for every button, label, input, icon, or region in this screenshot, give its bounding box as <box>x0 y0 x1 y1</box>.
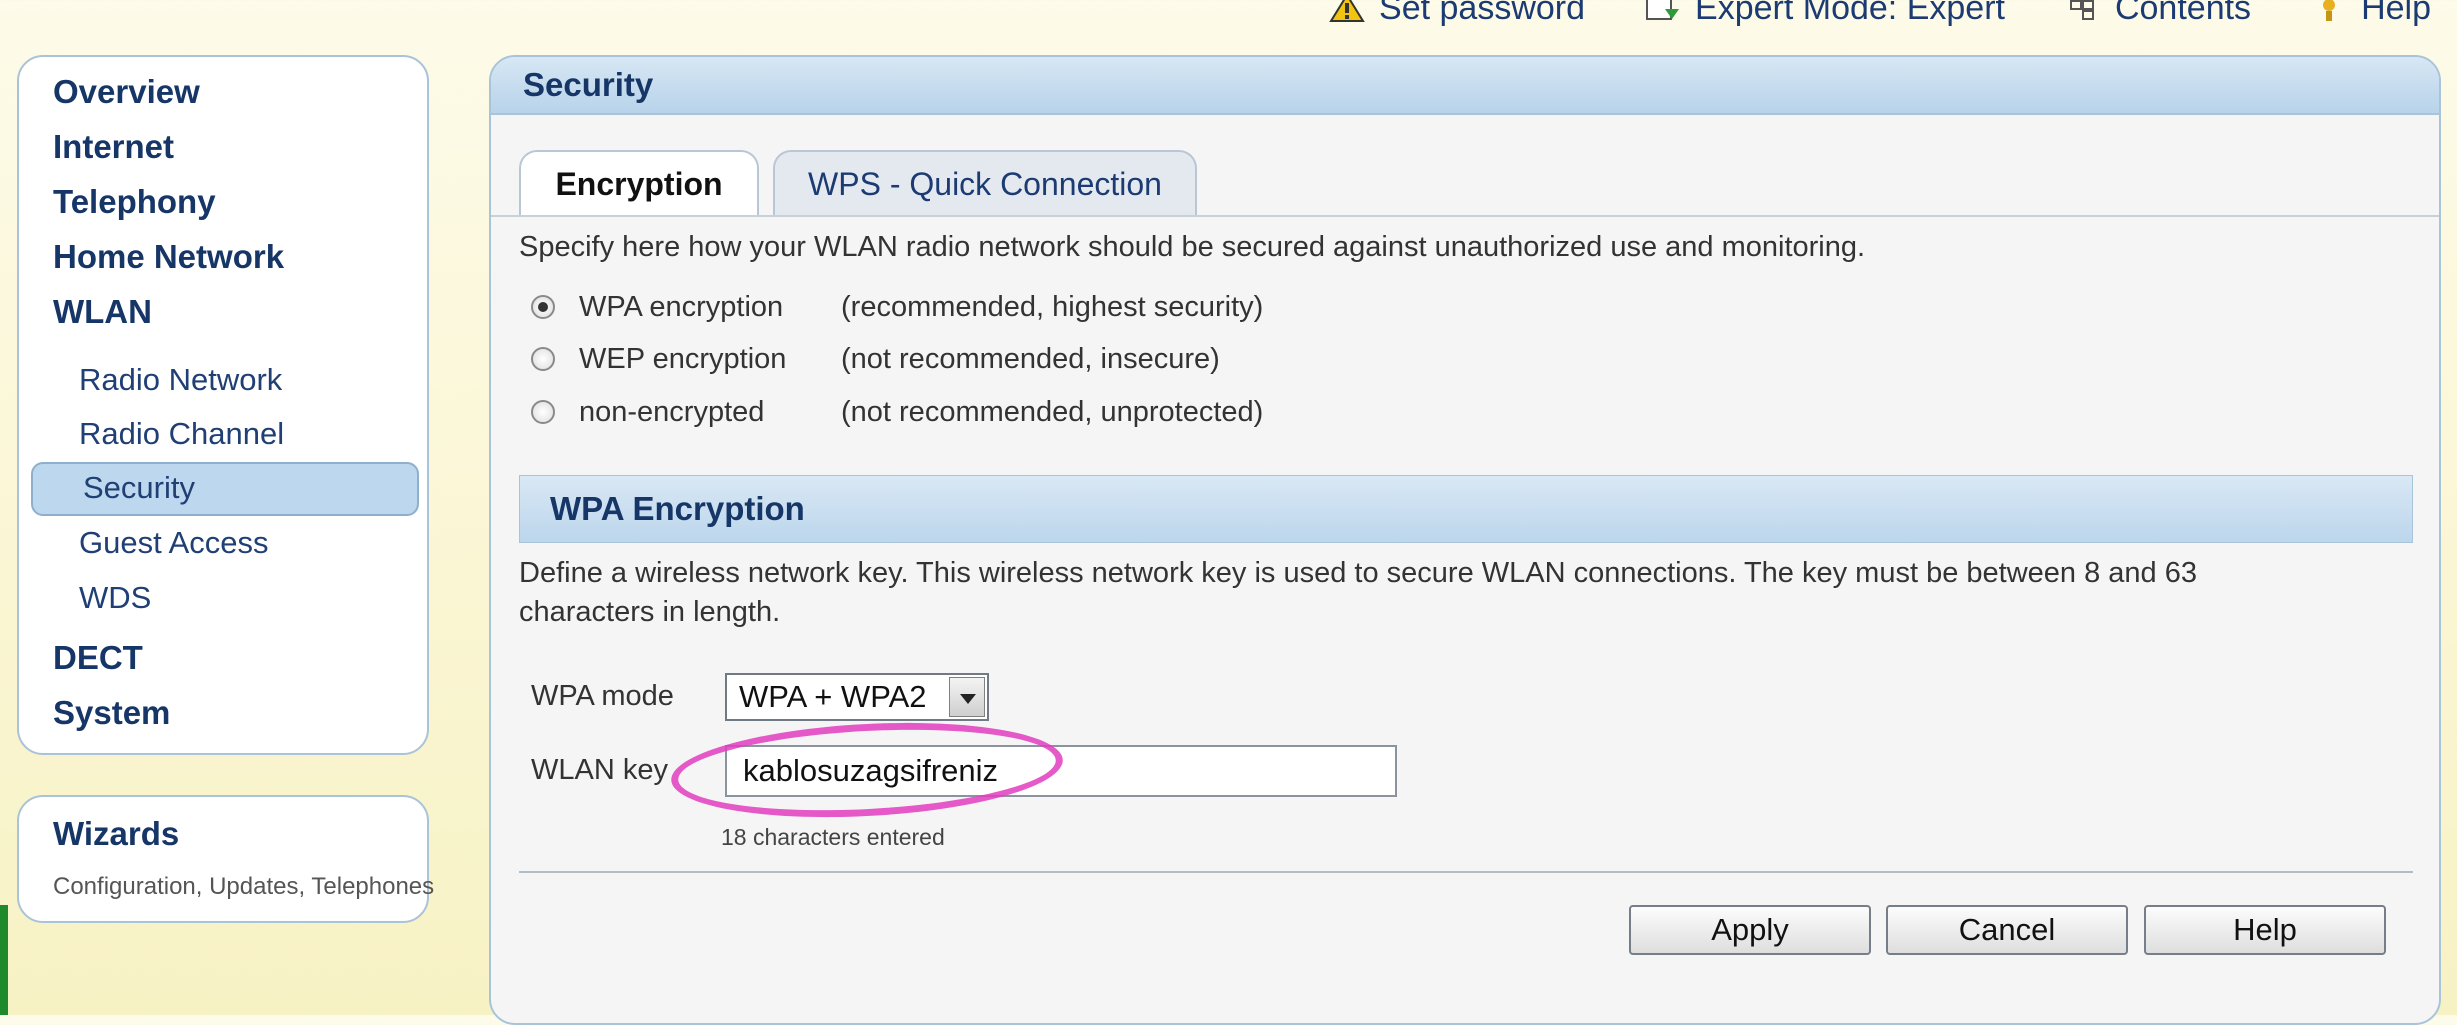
sidebar-item-overview[interactable]: Overview <box>53 73 200 111</box>
wizards-box[interactable]: Wizards Configuration, Updates, Telephon… <box>17 795 434 923</box>
wpa-encryption-radio[interactable] <box>531 295 555 319</box>
expert-mode-icon <box>1646 0 1680 20</box>
wpa-encryption-section-title: WPA Encryption <box>519 475 2413 543</box>
non-encrypted-label[interactable]: non-encrypted <box>579 396 764 429</box>
wep-encryption-label[interactable]: WEP encryption <box>579 343 786 376</box>
wpa-encryption-note: (recommended, highest security) <box>841 291 1264 323</box>
contents-label: Contents <box>2114 0 2252 27</box>
wizards-subtitle: Configuration, Updates, Telephones <box>53 873 435 900</box>
characters-entered-info: 18 characters entered <box>721 824 945 850</box>
expert-mode-link[interactable]: Expert Mode: Expert <box>1645 0 2005 32</box>
section-description-line2: characters in length. <box>519 596 781 628</box>
wizards-title[interactable]: Wizards <box>53 815 179 853</box>
sidebar-item-guest-access[interactable]: Guest Access <box>79 525 269 561</box>
sidebar-item-wds[interactable]: WDS <box>79 580 151 616</box>
sidebar-item-telephony[interactable]: Telephony <box>53 183 216 221</box>
sidebar-item-radio-channel[interactable]: Radio Channel <box>79 416 284 452</box>
non-encrypted-radio[interactable] <box>531 400 555 424</box>
sidebar-item-wlan[interactable]: WLAN <box>53 293 152 331</box>
set-password-link[interactable]: Set password <box>1329 0 1585 32</box>
help-button[interactable]: Help <box>2144 905 2386 955</box>
help-label: Help <box>2361 0 2431 27</box>
sidebar-item-radio-network[interactable]: Radio Network <box>79 362 282 398</box>
form-divider <box>519 871 2413 873</box>
page-title: Security <box>491 57 2439 115</box>
sidebar-item-security[interactable]: Security <box>31 462 419 516</box>
sidebar-item-system[interactable]: System <box>53 694 170 732</box>
section-description-line1: Define a wireless network key. This wire… <box>519 557 2197 589</box>
top-toolbar: Set password Expert Mode: Expert Content… <box>1329 0 2457 32</box>
wpa-mode-select[interactable]: WPA + WPA2 <box>725 673 989 721</box>
contents-link[interactable]: Contents <box>2065 0 2251 32</box>
non-encrypted-note: (not recommended, unprotected) <box>841 396 1264 428</box>
intro-text: Specify here how your WLAN radio network… <box>519 231 1866 263</box>
sidebar-item-internet[interactable]: Internet <box>53 128 174 166</box>
sidebar-nav: Overview Internet Telephony Home Network… <box>17 55 429 755</box>
security-panel: Security Encryption WPS - Quick Connecti… <box>489 55 2441 1025</box>
tab-divider <box>491 215 2439 217</box>
brand-corner <box>0 905 8 1015</box>
wep-encryption-note: (not recommended, insecure) <box>841 343 1220 375</box>
chevron-down-icon[interactable] <box>949 677 985 717</box>
help-link[interactable]: Help <box>2311 0 2431 32</box>
sidebar-item-home-network[interactable]: Home Network <box>53 238 284 276</box>
apply-button[interactable]: Apply <box>1629 905 1871 955</box>
help-icon <box>2323 0 2336 21</box>
warning-icon <box>1329 0 1365 22</box>
wpa-mode-label: WPA mode <box>531 680 674 712</box>
tab-wps-quick-connection[interactable]: WPS - Quick Connection <box>773 150 1197 216</box>
wep-encryption-radio[interactable] <box>531 347 555 371</box>
sidebar-item-dect[interactable]: DECT <box>53 639 143 677</box>
tab-encryption[interactable]: Encryption <box>519 150 759 216</box>
set-password-label: Set password <box>1379 0 1586 27</box>
expert-mode-label: Expert Mode: Expert <box>1695 0 2005 27</box>
contents-icon <box>2069 0 2094 20</box>
sidebar-item-security-label: Security <box>83 470 195 505</box>
wlan-key-label: WLAN key <box>531 754 668 786</box>
wpa-mode-value: WPA + WPA2 <box>739 679 927 714</box>
cancel-button[interactable]: Cancel <box>1886 905 2128 955</box>
wpa-encryption-label[interactable]: WPA encryption <box>579 291 783 324</box>
highlight-circle <box>668 713 1066 827</box>
